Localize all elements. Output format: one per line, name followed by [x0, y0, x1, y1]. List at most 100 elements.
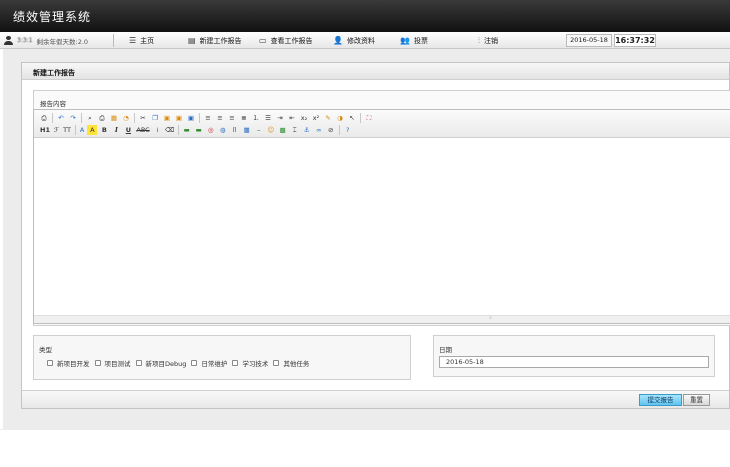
flash-icon[interactable]: ◎ — [206, 125, 216, 135]
heading-icon[interactable]: H1 — [39, 125, 51, 135]
redo-icon[interactable]: ↷ — [68, 113, 78, 123]
emoticon-icon[interactable]: ☺ — [266, 125, 276, 135]
checkbox[interactable] — [191, 360, 198, 366]
toolbar-separator — [199, 113, 200, 123]
toolbar-separator — [134, 113, 135, 123]
type-option-learning[interactable]: 学习技术 — [232, 358, 268, 368]
align-justify-icon[interactable]: ≣ — [239, 113, 249, 123]
hr-icon[interactable]: ⎯ — [254, 125, 264, 135]
nav-label: 新建工作报告 — [199, 36, 242, 45]
pointer-icon[interactable]: ↖ — [347, 113, 357, 123]
line-height-icon[interactable]: ⁞ — [153, 125, 163, 135]
media-icon[interactable]: ◍ — [218, 125, 228, 135]
italic-icon[interactable]: I — [111, 125, 121, 135]
align-right-icon[interactable]: ≡ — [227, 113, 237, 123]
subscript-icon[interactable]: x₂ — [299, 113, 309, 123]
list-icon: ☰ — [129, 36, 137, 45]
nav-vote[interactable]: 👥 投票 — [400, 34, 428, 47]
submit-report-button[interactable]: 提交报告 — [639, 394, 682, 406]
template-icon[interactable]: ▦ — [109, 113, 119, 123]
multi-image-icon[interactable]: ▬ — [194, 125, 204, 135]
type-option-label: 学习技术 — [242, 360, 269, 368]
type-option-other[interactable]: 其他任务 — [273, 358, 309, 368]
nav-label: 修改资料 — [346, 36, 375, 45]
font-color-icon[interactable]: A — [79, 125, 85, 135]
help-icon[interactable]: ? — [343, 125, 353, 135]
type-option-label: 新项目开发 — [57, 360, 90, 368]
app-title: 绩效管理系统 — [13, 10, 92, 24]
app-header: 绩效管理系统 — [0, 0, 730, 32]
superscript-icon[interactable]: x² — [311, 113, 321, 123]
select-all-icon[interactable]: ◑ — [335, 113, 345, 123]
paste-icon[interactable]: ▣ — [162, 113, 172, 123]
paste-text-icon[interactable]: ▣ — [174, 113, 184, 123]
checkbox[interactable] — [47, 360, 53, 366]
report-date-group: 日期 2016-05-18 — [433, 335, 715, 377]
type-option-label: 新项目Debug — [145, 360, 187, 368]
checkbox[interactable] — [94, 360, 101, 366]
type-option-testing[interactable]: 项目测试 — [94, 358, 131, 368]
editor-content-area[interactable] — [34, 138, 730, 315]
toolbar-separator — [81, 113, 82, 123]
editor-resize-handle[interactable]: ⁘ — [34, 315, 730, 323]
image-icon[interactable]: ▬ — [182, 125, 192, 135]
current-date: 2016-05-18 — [566, 34, 612, 47]
vote-icon: 👥 — [400, 36, 410, 45]
user-edit-icon: 👤 — [333, 36, 343, 45]
font-family-icon[interactable]: ℱ — [53, 125, 60, 135]
report-type-group: 类型 新项目开发 项目测试 新项目Debug 日常维护 学习技术 其他任务 — [33, 335, 411, 380]
bold-icon[interactable]: B — [99, 125, 109, 135]
align-left-icon[interactable]: ≡ — [203, 113, 213, 123]
date-input[interactable]: 2016-05-18 — [439, 356, 709, 368]
paste-word-icon[interactable]: ▣ — [186, 113, 196, 123]
copy-icon[interactable]: ❐ — [150, 113, 160, 123]
type-option-maintenance[interactable]: 日常维护 — [191, 358, 227, 368]
code-icon[interactable]: ◔ — [121, 113, 131, 123]
checkbox[interactable] — [135, 360, 142, 366]
page-footer-area — [0, 430, 730, 467]
page-break-icon[interactable]: ⌶ — [290, 125, 300, 135]
strikethrough-icon[interactable]: ABC — [135, 125, 150, 135]
file-icon[interactable]: ⌷ — [230, 125, 240, 135]
highlight-icon[interactable]: A — [87, 125, 98, 135]
outdent-icon[interactable]: ⇤ — [287, 113, 297, 123]
checkbox[interactable] — [273, 360, 280, 366]
user-info: 3:3:1 剩余年假天数:2.0 — [4, 35, 88, 46]
nav-label: 主页 — [140, 36, 155, 45]
nav-edit-profile[interactable]: 👤 修改资料 — [333, 34, 375, 47]
anchor-icon[interactable]: ⚓ — [302, 125, 312, 135]
clear-format-icon[interactable]: ✎ — [323, 113, 333, 123]
new-report-panel: 新建工作报告 报告内容 ⎙ ↶ ↷ ⌕ ⎙ ▦ ◔ ✂ ❐ ▣ ▣ ▣ ≡ ≡ ≡ ≣ ⒈ ☰ ⇥ ⇤ x₂ x² ✎ ◑ ↖ ⛶… — [21, 62, 730, 409]
undo-icon[interactable]: ↶ — [56, 113, 66, 123]
nav-new-report[interactable]: ▤ 新建工作报告 — [188, 34, 242, 47]
remove-format-icon[interactable]: ⌫ — [165, 125, 175, 135]
preview-icon[interactable]: ⌕ — [85, 113, 95, 123]
indent-icon[interactable]: ⇥ — [275, 113, 285, 123]
toolbar-separator — [177, 125, 179, 135]
checkbox[interactable] — [232, 360, 239, 366]
font-size-icon[interactable]: TT — [62, 125, 72, 135]
print-icon[interactable]: ⎙ — [97, 113, 107, 123]
nav-logout[interactable]: ⫶ 注销 — [478, 34, 498, 47]
table-icon[interactable]: ▦ — [242, 125, 252, 135]
source-icon[interactable]: ⎙ — [39, 113, 49, 123]
report-new-icon: ▤ — [188, 36, 196, 45]
type-option-debug[interactable]: 新项目Debug — [135, 358, 187, 368]
cut-icon[interactable]: ✂ — [138, 113, 148, 123]
annual-leave-info: 剩余年假天数:2.0 — [36, 37, 89, 46]
nav-label: 注销 — [484, 36, 498, 45]
type-option-new-dev[interactable]: 新项目开发 — [47, 358, 90, 368]
resize-grip-icon: ⁘ — [488, 315, 494, 322]
ordered-list-icon[interactable]: ⒈ — [251, 113, 261, 123]
baidu-map-icon[interactable]: ▩ — [278, 125, 288, 135]
unlink-icon[interactable]: ⊘ — [326, 125, 336, 135]
report-type-label: 类型 — [39, 346, 52, 354]
unordered-list-icon[interactable]: ☰ — [263, 113, 273, 123]
nav-view-reports[interactable]: ▭ 查看工作报告 — [259, 34, 313, 47]
align-center-icon[interactable]: ≡ — [215, 113, 225, 123]
link-icon[interactable]: ∞ — [314, 125, 324, 135]
reset-button[interactable]: 重置 — [683, 394, 710, 406]
nav-home[interactable]: ☰ 主页 — [129, 34, 154, 47]
underline-icon[interactable]: U — [123, 125, 133, 135]
fullscreen-icon[interactable]: ⛶ — [364, 113, 374, 123]
